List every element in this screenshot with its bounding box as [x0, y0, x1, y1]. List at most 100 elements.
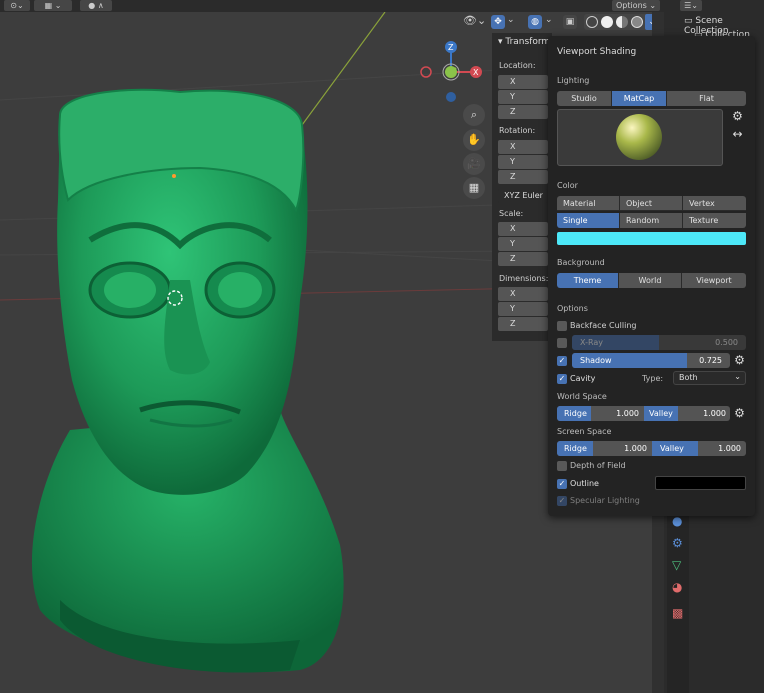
- outline-color-swatch[interactable]: [655, 476, 746, 490]
- backface-culling-checkbox[interactable]: [557, 321, 567, 331]
- background-theme-button[interactable]: Theme: [557, 273, 619, 288]
- gizmo-toggle-icon[interactable]: ✥: [491, 15, 505, 29]
- background-selector: Theme World Viewport: [557, 273, 746, 288]
- dimensions-z-field[interactable]: Z: [498, 317, 548, 331]
- screen-ridge-value: 1.000: [624, 444, 647, 453]
- data-tab-icon[interactable]: ▽: [672, 558, 681, 572]
- screen-space-fields: Ridge 1.000 Valley 1.000: [557, 441, 746, 456]
- location-z-field[interactable]: Z: [498, 105, 548, 119]
- background-viewport-button[interactable]: Viewport: [682, 273, 746, 288]
- viewport-shading-popover: Viewport Shading Lighting Studio MatCap …: [548, 36, 755, 516]
- perspective-grid-icon[interactable]: ▦: [463, 177, 485, 199]
- matcap-flip-icon[interactable]: ↔: [731, 128, 744, 141]
- texture-tab-icon[interactable]: ▩: [672, 606, 683, 620]
- overlays-toggle-icon[interactable]: ◍: [528, 15, 542, 29]
- transform-orientation-icon[interactable]: ⊙⌄: [4, 0, 30, 11]
- color-random-button[interactable]: Random: [620, 213, 683, 228]
- lighting-matcap-button[interactable]: MatCap: [612, 91, 667, 106]
- rotation-x-field[interactable]: X: [498, 140, 548, 154]
- color-mode-grid: Material Object Vertex Single Random Tex…: [557, 196, 746, 228]
- shadow-slider-label: Shadow: [580, 356, 612, 365]
- cavity-type-value: Both: [679, 373, 698, 382]
- color-object-button[interactable]: Object: [620, 196, 683, 211]
- rotation-y-field[interactable]: Y: [498, 155, 548, 169]
- color-texture-button[interactable]: Texture: [683, 213, 746, 228]
- editor-type-icon[interactable]: ☰⌄: [680, 0, 702, 11]
- depth-of-field-checkbox[interactable]: [557, 461, 567, 471]
- proportional-edit-icon[interactable]: ● ∧: [80, 0, 112, 11]
- rotation-z-field[interactable]: Z: [498, 170, 548, 184]
- scale-y-field[interactable]: Y: [498, 237, 548, 251]
- xray-slider-label: X-Ray: [580, 338, 603, 347]
- physics-tab-icon[interactable]: ●: [672, 514, 682, 528]
- world-space-fields: Ridge 1.000 Valley 1.000: [557, 406, 730, 421]
- dimensions-x-field[interactable]: X: [498, 287, 548, 301]
- visibility-icon[interactable]: 👁⌄: [463, 14, 486, 27]
- shadow-slider-value: 0.725: [699, 356, 722, 365]
- screen-ridge-field[interactable]: Ridge 1.000: [557, 441, 651, 456]
- cavity-type-dropdown[interactable]: Both ⌄: [673, 371, 746, 385]
- depth-of-field-label: Depth of Field: [570, 461, 626, 470]
- wireframe-shading-icon[interactable]: [586, 16, 598, 28]
- lighting-flat-button[interactable]: Flat: [667, 91, 746, 106]
- screen-valley-field[interactable]: Valley 1.000: [652, 441, 746, 456]
- scale-z-field[interactable]: Z: [498, 252, 548, 266]
- world-ridge-label: Ridge: [564, 409, 587, 418]
- pan-hand-icon[interactable]: ✋: [463, 129, 485, 151]
- svg-text:Z: Z: [448, 43, 454, 52]
- scale-x-field[interactable]: X: [498, 222, 548, 236]
- transform-tab[interactable]: ▾ Transform: [498, 37, 550, 47]
- specular-lighting-checkbox[interactable]: ✓: [557, 496, 567, 506]
- world-valley-field[interactable]: Valley 1.000: [644, 406, 730, 421]
- location-label: Location:: [499, 61, 536, 70]
- cavity-checkbox[interactable]: ✓: [557, 374, 567, 384]
- background-world-button[interactable]: World: [619, 273, 682, 288]
- solid-shading-icon[interactable]: [601, 16, 613, 28]
- material-tab-icon[interactable]: ◕: [672, 580, 682, 594]
- color-vertex-button[interactable]: Vertex: [683, 196, 746, 211]
- color-material-button[interactable]: Material: [557, 196, 620, 211]
- constraints-tab-icon[interactable]: ⚙: [672, 536, 683, 550]
- location-x-field[interactable]: X: [498, 75, 548, 89]
- color-single-button[interactable]: Single: [557, 213, 620, 228]
- screen-ridge-label: Ridge: [564, 444, 587, 453]
- shadow-settings-gear-icon[interactable]: ⚙: [733, 354, 746, 367]
- camera-view-icon[interactable]: 🎥: [463, 153, 485, 175]
- rotation-label: Rotation:: [499, 126, 536, 135]
- material-preview-icon[interactable]: [616, 16, 628, 28]
- transform-tab-label: Transform: [505, 37, 551, 47]
- options-dropdown[interactable]: Options ⌄: [612, 0, 660, 11]
- overlays-dropdown-icon[interactable]: ⌄: [545, 15, 553, 25]
- outline-checkbox[interactable]: ✓: [557, 479, 567, 489]
- lighting-studio-button[interactable]: Studio: [557, 91, 612, 106]
- world-valley-label: Valley: [649, 409, 673, 418]
- transform-sidebar: ▾ Transform Location: X Y Z Rotation: X …: [492, 33, 552, 341]
- xray-slider[interactable]: X-Ray 0.500: [572, 335, 746, 350]
- matcap-settings-gear-icon[interactable]: ⚙: [731, 110, 744, 123]
- cavity-label: Cavity: [570, 374, 596, 383]
- world-ridge-value: 1.000: [616, 409, 639, 418]
- shadow-slider[interactable]: Shadow 0.725: [572, 353, 730, 368]
- gizmo-dropdown-icon[interactable]: ⌄: [507, 15, 515, 25]
- shadow-checkbox[interactable]: ✓: [557, 356, 567, 366]
- location-y-field[interactable]: Y: [498, 90, 548, 104]
- rotation-mode-select[interactable]: XYZ Euler: [498, 189, 548, 203]
- world-space-gear-icon[interactable]: ⚙: [733, 407, 746, 420]
- xray-toggle-icon[interactable]: ▣: [563, 15, 577, 29]
- single-color-swatch[interactable]: [557, 232, 746, 245]
- options-label: Options: [615, 1, 647, 10]
- world-ridge-field[interactable]: Ridge 1.000: [557, 406, 643, 421]
- svg-text:X: X: [473, 68, 479, 77]
- xray-slider-value: 0.500: [715, 338, 738, 347]
- dimensions-y-field[interactable]: Y: [498, 302, 548, 316]
- outline-label: Outline: [570, 479, 599, 488]
- navigation-gizmo[interactable]: Z X: [418, 38, 488, 104]
- matcap-preview[interactable]: [557, 109, 723, 166]
- xray-checkbox[interactable]: [557, 338, 567, 348]
- rendered-shading-icon[interactable]: [631, 16, 643, 28]
- zoom-icon[interactable]: ⌕: [463, 104, 485, 126]
- lighting-selector: Studio MatCap Flat: [557, 91, 746, 106]
- snap-icon[interactable]: ▦ ⌄: [34, 0, 72, 11]
- object-origin: [172, 174, 176, 178]
- screen-valley-value: 1.000: [718, 444, 741, 453]
